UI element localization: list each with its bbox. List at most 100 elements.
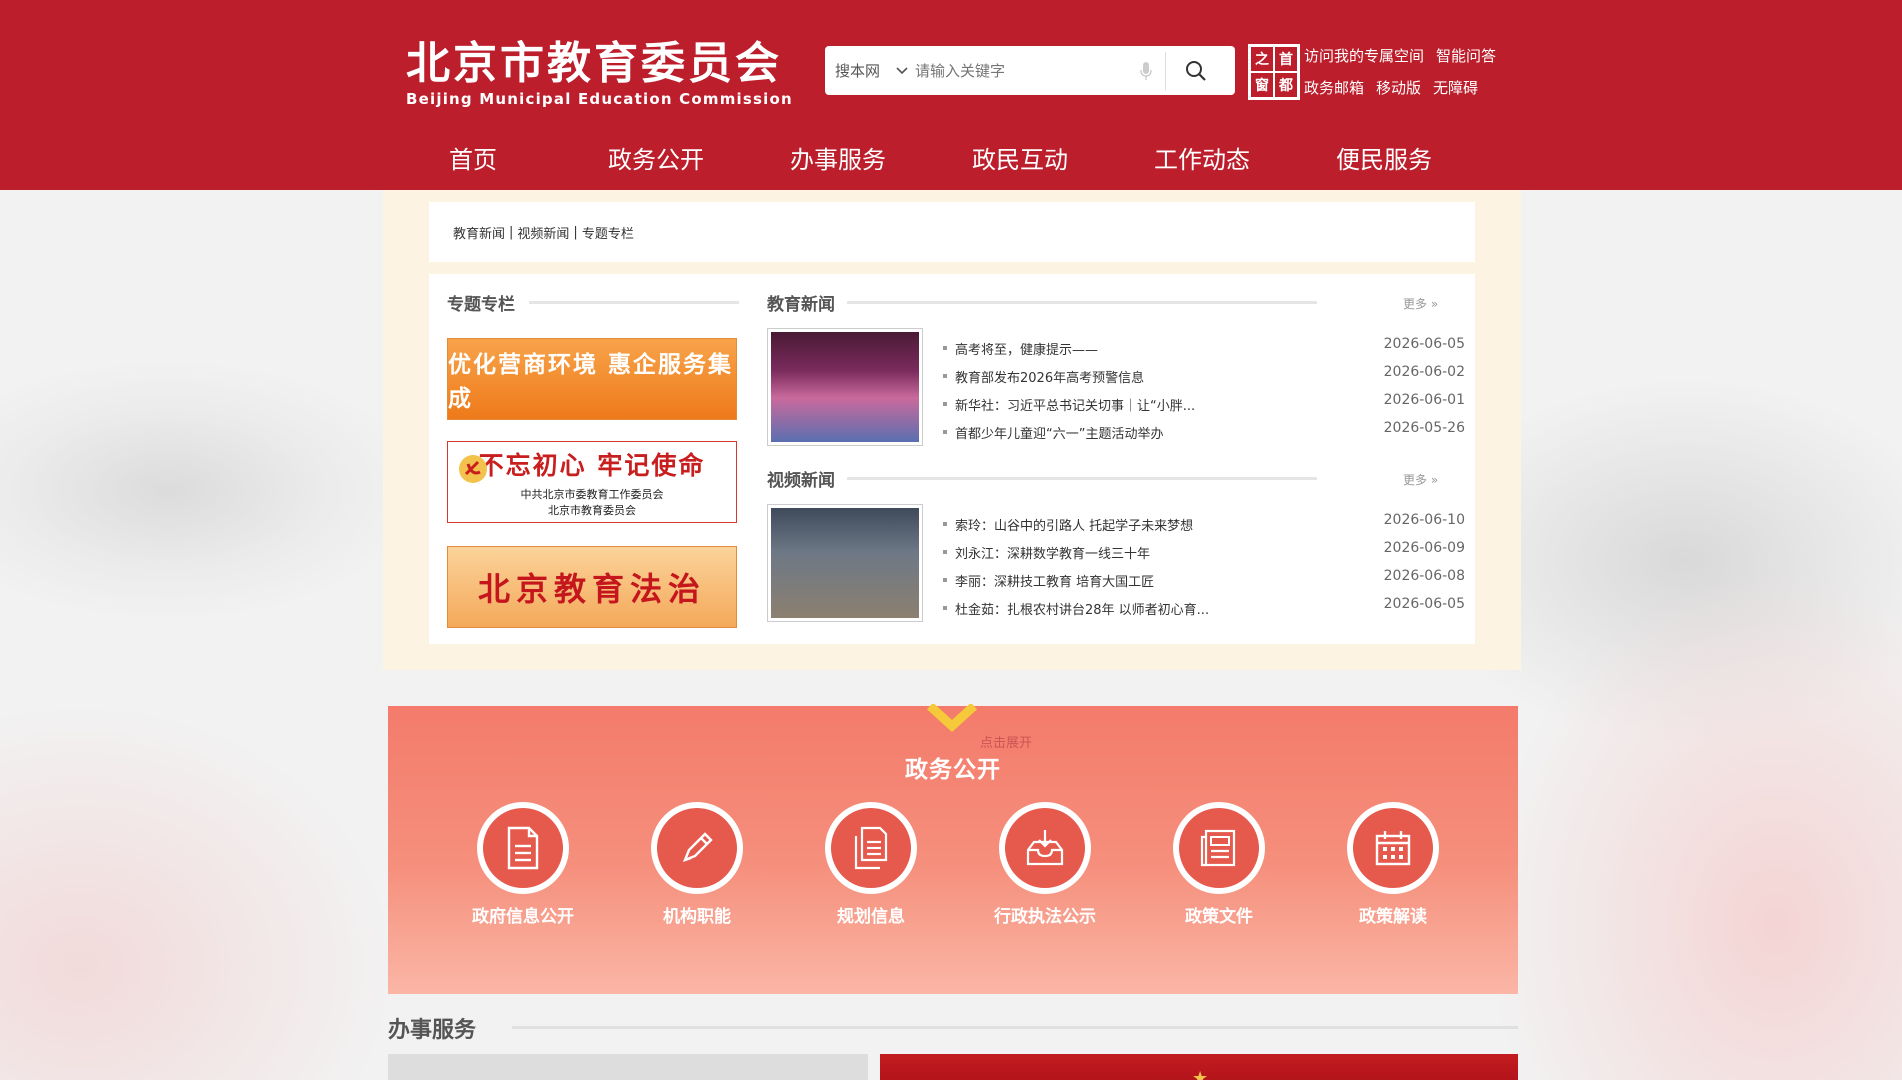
video-news-thumbnail[interactable] [767, 504, 923, 622]
link-gov-mail[interactable]: 政务邮箱 [1304, 76, 1364, 100]
link-smart-qa[interactable]: 智能问答 [1436, 44, 1496, 68]
main-nav: 首页 政务公开 办事服务 政民互动 工作动态 便民服务 [412, 140, 1518, 175]
background-cloud-left [0, 360, 420, 620]
gov-item-label: 规划信息 [837, 907, 905, 927]
more-label: 更多 [1403, 473, 1428, 487]
edu-news-list: 高考将至，健康提示—— 2026-06-05 教育部发布2026年高考预警信息 … [939, 334, 1465, 446]
nav-item-public-services[interactable]: 便民服务 [1336, 140, 1518, 175]
gov-item-policy-docs[interactable]: 政策文件 [1132, 802, 1306, 927]
breadcrumb: 教育新闻 | 视频新闻 | 专题专栏 [429, 202, 1475, 262]
gov-item-planning[interactable]: 规划信息 [784, 802, 958, 927]
breadcrumb-separator: | [509, 224, 514, 240]
news-date: 2026-05-26 [1383, 420, 1465, 436]
gov-item-label: 机构职能 [663, 907, 731, 927]
list-item[interactable]: 高考将至，健康提示—— 2026-06-05 [939, 334, 1465, 362]
banner-subtext: 北京市教育委员会 [548, 504, 636, 517]
more-label: 更多 [1403, 297, 1428, 311]
link-mobile[interactable]: 移动版 [1376, 76, 1421, 100]
news-date: 2026-06-08 [1383, 568, 1465, 584]
breadcrumb-video-news[interactable]: 视频新闻 [517, 223, 569, 242]
search-button[interactable] [1166, 60, 1226, 82]
section-divider [529, 301, 739, 304]
banner-subtext: 中共北京市委教育工作委员会 [520, 488, 664, 501]
search-scope-label: 搜本网 [835, 62, 881, 80]
star-icon: ★ [1192, 1068, 1209, 1080]
gov-affairs-section: 点击展开 政务公开 政府信息公开 机构职能 规划信息 行政执法公示 政策文件 政… [388, 704, 1518, 994]
news-title: 索玲：山谷中的引路人 托起学子未来梦想 [939, 515, 1193, 534]
site-logo[interactable]: 北京市教育委员会 Beijing Municipal Education Com… [406, 38, 793, 108]
services-card-right[interactable]: ★ [880, 1054, 1518, 1080]
files-icon [854, 826, 888, 870]
video-news-list: 索玲：山谷中的引路人 托起学子未来梦想 2026-06-10 刘永江：深耕数学教… [939, 510, 1465, 622]
gov-item-law-enforcement[interactable]: 行政执法公示 [958, 802, 1132, 927]
news-title: 首都少年儿童迎“六一”主题活动举办 [939, 423, 1163, 442]
expand-toggle[interactable]: 点击展开 [980, 732, 1032, 751]
banner-text: 优化营商环境 惠企服务集成 [448, 352, 734, 412]
banner-text: 不忘初心 牢记使命 [478, 451, 706, 480]
breadcrumb-separator: | [573, 224, 578, 240]
list-item[interactable]: 新华社：习近平总书记关切事｜让“小胖... 2026-06-01 [939, 390, 1465, 418]
list-item[interactable]: 李丽：深耕技工教育 培育大国工匠 2026-06-08 [939, 566, 1465, 594]
microphone-icon[interactable] [1135, 61, 1157, 81]
banner-original-aspiration[interactable]: 不忘初心 牢记使命 中共北京市委教育工作委员会 北京市教育委员会 [447, 441, 737, 523]
gov-item-label: 行政执法公示 [994, 907, 1096, 927]
list-item[interactable]: 教育部发布2026年高考预警信息 2026-06-02 [939, 362, 1465, 390]
list-item[interactable]: 杜金茹：扎根农村讲台28年 以师者初心育... 2026-06-05 [939, 594, 1465, 622]
document-icon [507, 826, 539, 870]
nav-item-work-news[interactable]: 工作动态 [1154, 140, 1336, 175]
pencil-icon [682, 832, 713, 863]
emblem-char: 窗 [1251, 73, 1273, 97]
banner-rule-of-law[interactable]: 北京教育法治 [447, 546, 737, 628]
gov-affairs-items: 政府信息公开 机构职能 规划信息 行政执法公示 政策文件 政策解读 [436, 802, 1480, 927]
special-section-title: 专题专栏 [447, 295, 515, 315]
gov-item-label: 政策文件 [1185, 907, 1253, 927]
nav-item-home[interactable]: 首页 [412, 140, 608, 175]
double-chevron-right-icon: » [1430, 473, 1439, 487]
news-title: 高考将至，健康提示—— [939, 339, 1098, 358]
section-divider [847, 301, 1317, 304]
list-item[interactable]: 首都少年儿童迎“六一”主题活动举办 2026-05-26 [939, 418, 1465, 446]
link-my-space[interactable]: 访问我的专属空间 [1304, 44, 1424, 68]
breadcrumb-edu-news[interactable]: 教育新闻 [453, 223, 505, 242]
news-date: 2026-06-09 [1383, 540, 1465, 556]
section-divider [512, 1026, 1518, 1029]
gov-item-label: 政策解读 [1359, 907, 1427, 927]
top-links: 访问我的专属空间 智能问答 政务邮箱 移动版 无障碍 [1304, 44, 1496, 108]
search-scope-select[interactable]: 搜本网 [825, 60, 915, 81]
link-accessibility[interactable]: 无障碍 [1433, 76, 1478, 100]
background-decor-right [1482, 560, 1902, 1080]
nav-item-gov-affairs[interactable]: 政务公开 [608, 140, 790, 175]
edu-news-thumbnail[interactable] [767, 328, 923, 446]
search-input[interactable] [915, 61, 1135, 80]
logo-title-en: Beijing Municipal Education Commission [406, 90, 793, 108]
news-title: 杜金茹：扎根农村讲台28年 以师者初心育... [939, 599, 1209, 618]
gov-item-info-disclosure[interactable]: 政府信息公开 [436, 802, 610, 927]
news-date: 2026-06-05 [1383, 336, 1465, 352]
nav-item-services[interactable]: 办事服务 [790, 140, 972, 175]
banner-business-environment[interactable]: 优化营商环境 惠企服务集成 [447, 338, 737, 420]
newspaper-icon [1200, 829, 1236, 867]
site-header: 北京市教育委员会 Beijing Municipal Education Com… [0, 0, 1902, 190]
services-card-left[interactable] [388, 1054, 868, 1080]
logo-title-cn: 北京市教育委员会 [406, 38, 782, 89]
calendar-icon [1375, 831, 1411, 866]
edu-news-more-link[interactable]: 更多 » [1403, 295, 1438, 312]
video-news-more-link[interactable]: 更多 » [1403, 471, 1438, 488]
gov-item-policy-interpretation[interactable]: 政策解读 [1306, 802, 1480, 927]
gov-item-functions[interactable]: 机构职能 [610, 802, 784, 927]
breadcrumb-special[interactable]: 专题专栏 [582, 223, 634, 242]
gov-affairs-title: 政务公开 [905, 757, 1001, 783]
nav-item-interaction[interactable]: 政民互动 [972, 140, 1154, 175]
list-item[interactable]: 索玲：山谷中的引路人 托起学子未来梦想 2026-06-10 [939, 510, 1465, 538]
news-date: 2026-06-10 [1383, 512, 1465, 528]
dance-performance-image [771, 332, 919, 442]
list-item[interactable]: 刘永江：深耕数学教育一线三十年 2026-06-09 [939, 538, 1465, 566]
video-news-title: 视频新闻 [767, 471, 835, 491]
capital-window-emblem[interactable]: 之 首 窗 都 [1248, 44, 1300, 100]
chevron-down-icon[interactable] [926, 704, 978, 734]
emblem-char: 之 [1251, 47, 1273, 71]
news-date: 2026-06-01 [1383, 392, 1465, 408]
services-section-title: 办事服务 [388, 1018, 477, 1043]
news-panel: 教育新闻 | 视频新闻 | 专题专栏 专题专栏 优化营商环境 惠企服务集成 不忘… [383, 190, 1521, 670]
section-divider [847, 477, 1317, 480]
